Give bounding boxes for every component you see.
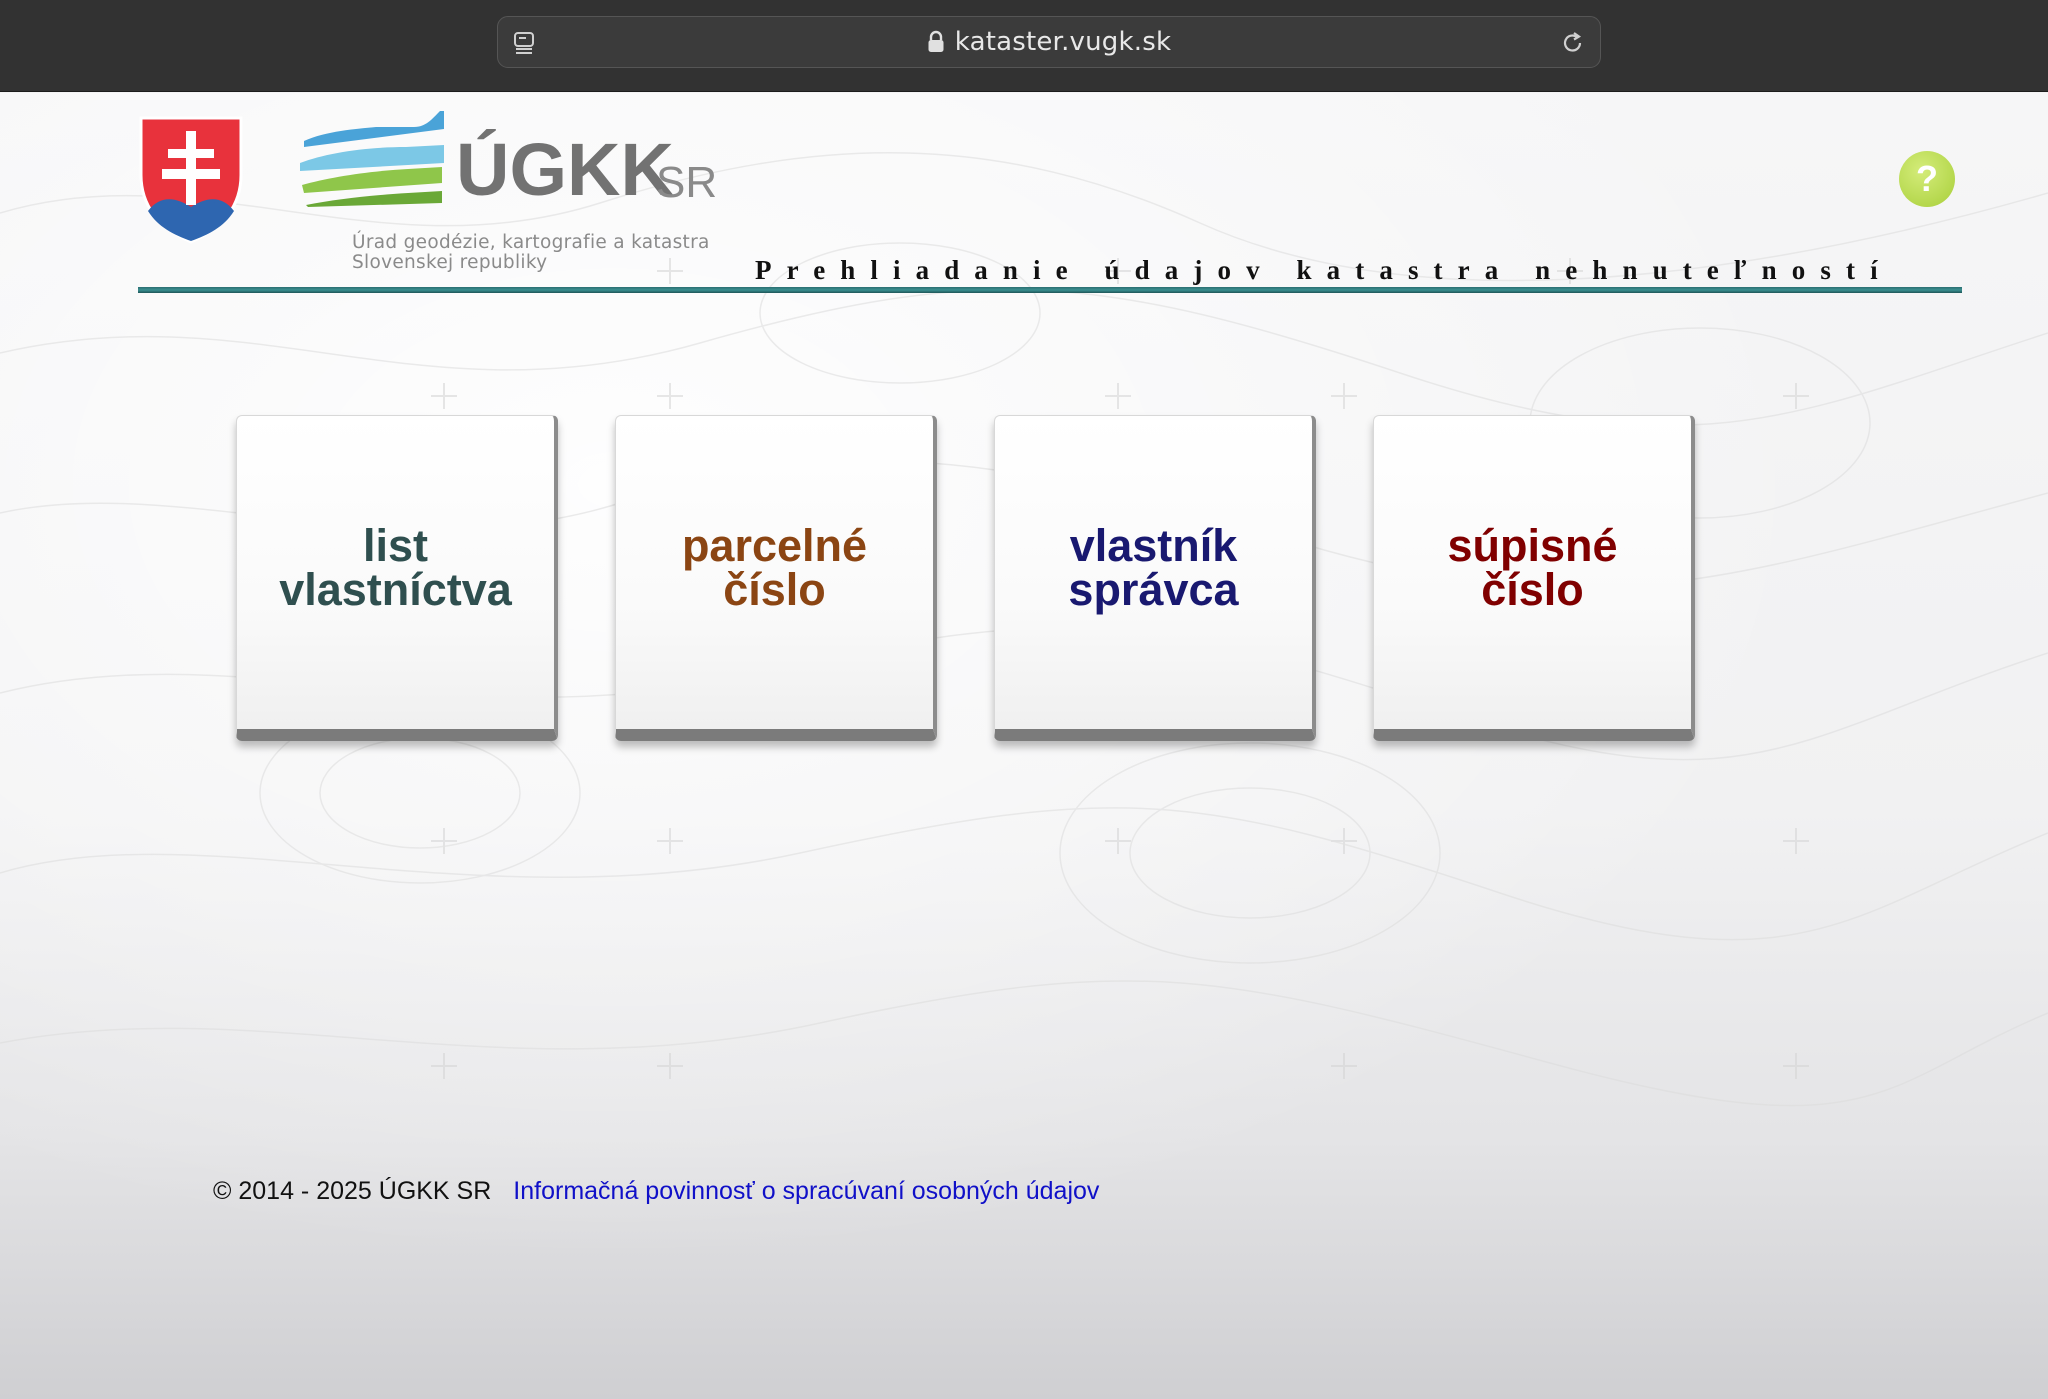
tile-label: parcelné číslo (681, 519, 868, 615)
url-text: kataster.vugk.sk (954, 27, 1172, 57)
logo-subtitle: Úrad geodézie, kartografie a katastra Sl… (352, 233, 710, 273)
logo-subtitle-line1: Úrad geodézie, kartografie a katastra (352, 232, 710, 253)
tile-label: súpisné číslo (1447, 519, 1618, 615)
slovak-coat-of-arms-icon (139, 116, 243, 244)
ugkk-logo: ÚGKK SR (300, 111, 717, 207)
lock-icon (928, 30, 944, 52)
tile-supisne-cislo[interactable]: súpisné číslo (1373, 415, 1695, 741)
page-body: ÚGKK SR Úrad geodézie, kartografie a kat… (0, 93, 2048, 1399)
header-divider (138, 287, 1962, 293)
tile-label: vlastník správca (1068, 519, 1239, 615)
privacy-info-link[interactable]: Informačná povinnosť o spracúvaní osobný… (513, 1177, 1099, 1206)
logo-subtitle-line2: Slovenskej republiky (352, 252, 548, 273)
reload-icon[interactable] (1560, 30, 1586, 56)
logo-suffix: SR (656, 158, 717, 207)
address-bar[interactable]: kataster.vugk.sk (497, 16, 1601, 68)
browser-toolbar: kataster.vugk.sk (0, 0, 2048, 92)
logo-text: ÚGKK (456, 128, 674, 207)
footer: © 2014 - 2025 ÚGKK SR Informačná povinno… (213, 1177, 1099, 1206)
tile-parcelne-cislo[interactable]: parcelné číslo (615, 415, 937, 741)
help-icon: ? (1916, 158, 1938, 199)
tile-list-vlastnictva[interactable]: list vlastníctva (236, 415, 558, 741)
tile-label: list vlastníctva (279, 519, 512, 615)
tile-vlastnik-spravca[interactable]: vlastník správca (994, 415, 1316, 741)
help-button[interactable]: ? (1899, 151, 1955, 207)
copyright-text: © 2014 - 2025 ÚGKK SR (213, 1177, 492, 1205)
page-tagline: Prehliadanie údajov katastra nehnuteľnos… (755, 255, 1893, 285)
